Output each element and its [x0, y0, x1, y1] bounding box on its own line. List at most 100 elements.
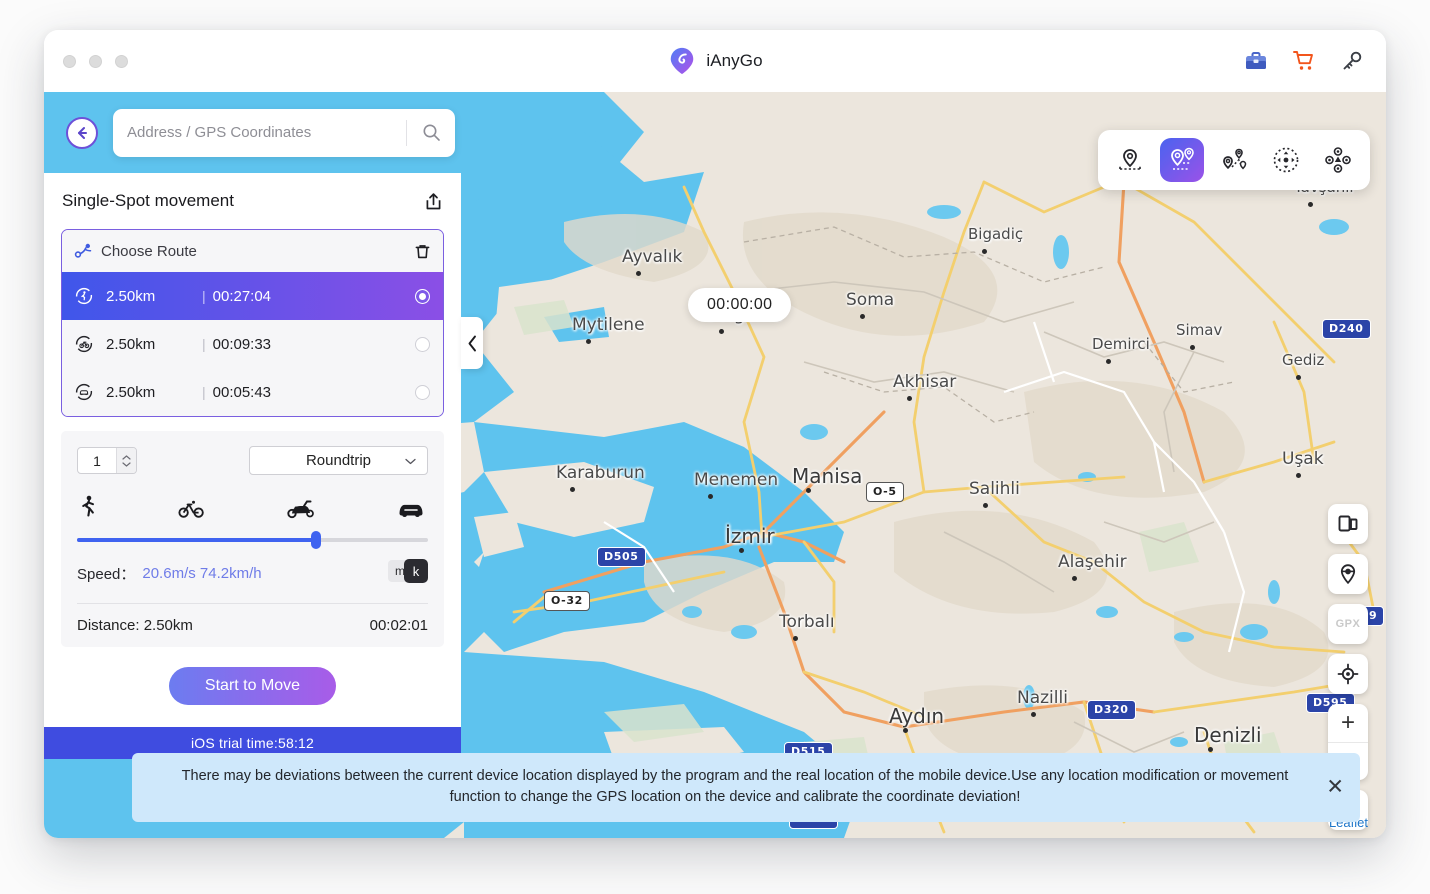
- map-city-dot: [806, 488, 811, 493]
- favorite-location-button[interactable]: [1328, 554, 1368, 594]
- search-button[interactable]: [407, 123, 455, 142]
- panel-header: Single-Spot movement: [61, 173, 444, 229]
- map-city-dot: [1072, 576, 1077, 581]
- teleport-mode-button[interactable]: [1108, 138, 1152, 182]
- bicycle-icon[interactable]: [178, 499, 205, 519]
- map-city-dot: [907, 396, 912, 401]
- walk-icon[interactable]: [79, 495, 98, 519]
- map-city-dot: [1031, 712, 1036, 717]
- left-sidebar: Single-Spot movement: [44, 92, 461, 838]
- map-city-dot: [708, 494, 713, 499]
- map-city-dot: [1208, 747, 1213, 752]
- map-city-dot: [586, 339, 591, 344]
- bike-route-icon: [75, 335, 97, 353]
- map-city-dot: [1190, 345, 1195, 350]
- map-city-dot: [636, 271, 641, 276]
- ianygo-logo-icon: [671, 47, 694, 75]
- route-card-header: Choose Route: [62, 230, 443, 272]
- slider-thumb[interactable]: [310, 531, 321, 549]
- map-road-badge: D505: [597, 547, 646, 567]
- route-card-header-left: Choose Route: [74, 242, 197, 260]
- zoom-in-button[interactable]: +: [1328, 704, 1368, 743]
- movement-panel: Single-Spot movement Choose Route 2.50km…: [44, 173, 461, 727]
- back-button[interactable]: [66, 116, 98, 149]
- two-spot-movement-mode-button[interactable]: [1160, 138, 1204, 182]
- route-radio[interactable]: [415, 336, 430, 352]
- map-city-dot: [860, 314, 865, 319]
- window-traffic-lights: [44, 54, 128, 68]
- locate-button[interactable]: [1328, 654, 1368, 694]
- window-action-icons: [1244, 49, 1364, 73]
- chevron-left-icon: [468, 335, 476, 351]
- map-city-dot: [793, 636, 798, 641]
- distance-label: Distance:: [77, 617, 140, 634]
- maximize-window-button[interactable]: [115, 54, 128, 68]
- movement-settings: 1 Roundtrip Speed： 20.6m/s 74.2km/h m k …: [61, 431, 444, 647]
- speed-slider[interactable]: [77, 531, 428, 549]
- minimize-window-button[interactable]: [89, 54, 102, 68]
- key-icon[interactable]: [1340, 49, 1364, 73]
- loop-count-value: 1: [93, 452, 101, 469]
- chevron-down-icon: [405, 452, 416, 470]
- share-icon: [426, 192, 441, 209]
- map-road-badge: D320: [1087, 700, 1136, 720]
- close-window-button[interactable]: [63, 54, 76, 68]
- route-icon: [74, 243, 92, 258]
- scooter-icon[interactable]: [286, 498, 316, 519]
- cart-icon[interactable]: [1292, 49, 1316, 73]
- speed-label: Speed：: [77, 566, 136, 583]
- start-button-wrap: Start to Move: [61, 647, 444, 727]
- transport-mode-icons: [77, 495, 428, 519]
- deviation-notice: There may be deviations between the curr…: [132, 752, 1360, 822]
- map-city-dot: [1106, 359, 1111, 364]
- settings-row-top: 1 Roundtrip: [77, 446, 428, 475]
- toolbox-icon[interactable]: [1244, 49, 1268, 73]
- route-row[interactable]: 2.50km | 00:09:33: [62, 320, 443, 368]
- map-city-dot: [719, 329, 724, 334]
- route-radio[interactable]: [415, 288, 430, 304]
- route-duration: 00:05:43: [212, 383, 272, 401]
- map-mode-toolbar: [1098, 130, 1370, 190]
- start-to-move-button[interactable]: Start to Move: [169, 667, 336, 705]
- loop-count-stepper[interactable]: 1: [77, 447, 137, 474]
- map-city-dot: [1308, 202, 1313, 207]
- trip-mode-value: Roundtrip: [305, 452, 372, 469]
- map-city-dot: [739, 548, 744, 553]
- stepper-arrows[interactable]: [116, 448, 136, 473]
- route-separator: |: [202, 384, 206, 400]
- route-row[interactable]: 2.50km | 00:05:43: [62, 368, 443, 416]
- joystick-mode-button[interactable]: [1264, 138, 1308, 182]
- multi-spot-movement-mode-button[interactable]: [1212, 138, 1256, 182]
- map-road-badge: O-5: [866, 482, 904, 502]
- chevron-down-icon: [122, 461, 131, 467]
- share-button[interactable]: [424, 192, 443, 211]
- gamepad-mode-button[interactable]: [1316, 138, 1360, 182]
- close-notice-button[interactable]: ✕: [1326, 777, 1344, 798]
- search-input[interactable]: [113, 124, 406, 141]
- distance-value: 2.50km: [143, 617, 193, 634]
- layers-button[interactable]: [1328, 504, 1368, 544]
- delete-routes-button[interactable]: [414, 243, 431, 260]
- route-radio[interactable]: [415, 384, 430, 400]
- app-window: iAnyGo Ayvalık Mytilene Soma Bigadiç Dem…: [44, 30, 1386, 838]
- route-row[interactable]: 2.50km | 00:27:04: [62, 272, 443, 320]
- route-distance: 2.50km: [106, 335, 156, 353]
- trip-mode-select[interactable]: Roundtrip: [249, 446, 428, 475]
- panel-title: Single-Spot movement: [62, 191, 234, 210]
- trash-icon: [415, 244, 430, 258]
- speed-value: 20.6m/s 74.2km/h: [142, 565, 262, 582]
- route-distance: 2.50km: [106, 287, 156, 305]
- notice-text: There may be deviations between the curr…: [181, 767, 1289, 805]
- car-icon[interactable]: [396, 499, 426, 519]
- distance-text: Distance: 2.50km: [77, 617, 193, 634]
- map-road-badge: O-32: [544, 591, 590, 611]
- map-city-dot: [982, 249, 987, 254]
- sidebar-collapse-button[interactable]: [461, 317, 483, 369]
- settings-divider: [77, 603, 428, 604]
- gpx-button: GPX: [1328, 604, 1368, 644]
- unit-kmh-button[interactable]: k: [404, 559, 428, 583]
- route-card: Choose Route 2.50km | 00:27:04 2.50km | …: [61, 229, 444, 417]
- search-zone: [44, 92, 461, 173]
- speed-row: Speed： 20.6m/s 74.2km/h m k: [77, 559, 428, 584]
- app-title: iAnyGo: [706, 51, 763, 70]
